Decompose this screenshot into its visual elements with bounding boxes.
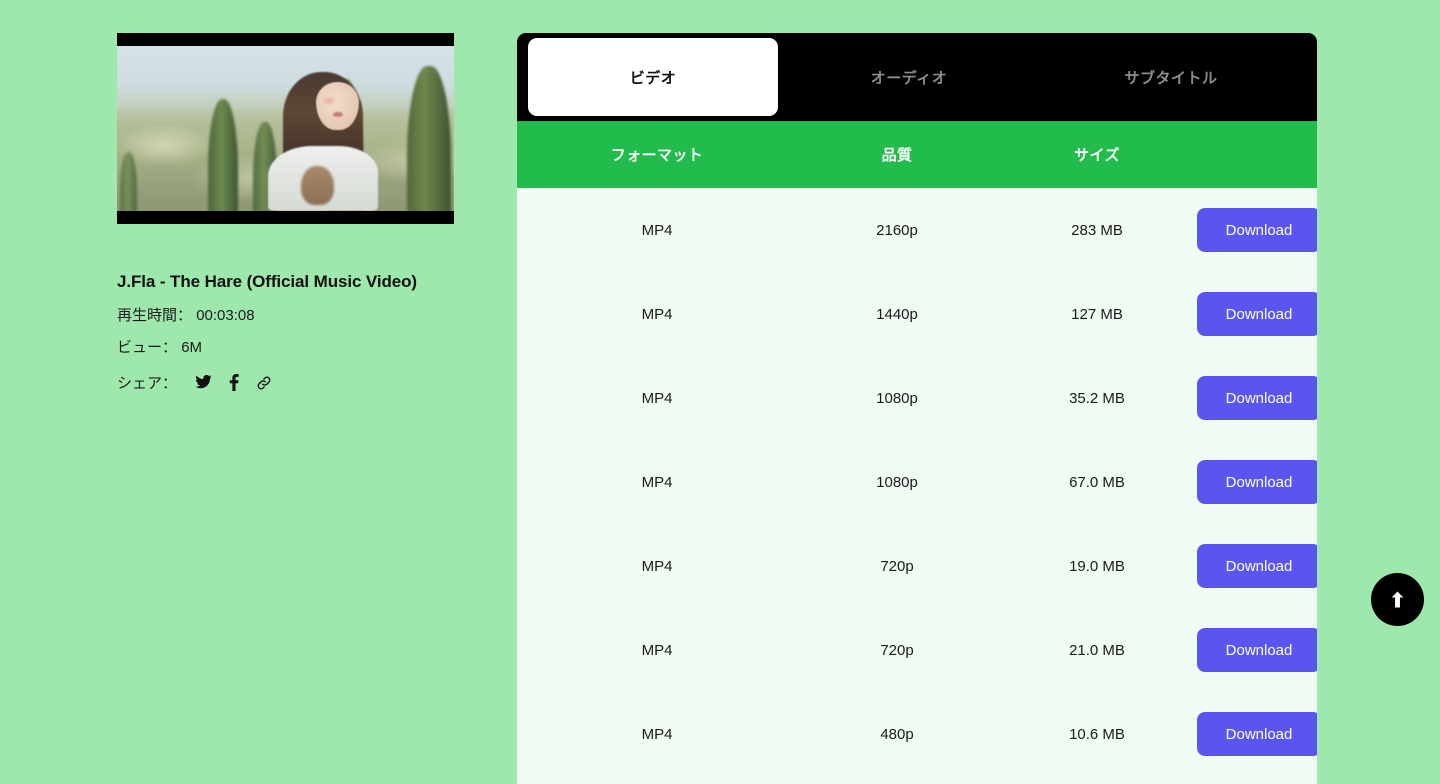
- cypress-tree: [120, 151, 138, 211]
- download-button[interactable]: Download: [1197, 544, 1317, 588]
- cell-quality: 720p: [880, 641, 914, 659]
- subject-face: [316, 81, 359, 131]
- views-value: 6M: [181, 338, 203, 356]
- cell-action: Download: [1197, 712, 1317, 756]
- cell-quality: 2160p: [876, 221, 918, 239]
- download-button[interactable]: Download: [1197, 712, 1317, 756]
- tab-subtitle[interactable]: サブタイトル: [1040, 38, 1302, 116]
- tab-audio[interactable]: オーディオ: [778, 38, 1040, 116]
- cell-quality: 480p: [880, 725, 914, 743]
- link-icon[interactable]: [256, 375, 272, 391]
- scroll-to-top-button[interactable]: [1371, 573, 1424, 626]
- table-row: MP4 1440p 127 MB Download: [517, 272, 1317, 356]
- video-info-column: J.Fla - The Hare (Official Music Video) …: [117, 33, 454, 393]
- cell-quality: 720p: [880, 557, 914, 575]
- download-button[interactable]: Download: [1197, 208, 1317, 252]
- table-row: MP4 1080p 67.0 MB Download: [517, 440, 1317, 524]
- cell-format: MP4: [641, 221, 673, 239]
- cell-size: 127 MB: [1071, 305, 1123, 323]
- video-title: J.Fla - The Hare (Official Music Video): [117, 272, 417, 291]
- table-row: MP4 2160p 283 MB Download: [517, 188, 1317, 272]
- video-views: ビュー： 6M: [117, 337, 454, 360]
- video-thumbnail[interactable]: [117, 33, 454, 224]
- cell-size: 19.0 MB: [1069, 557, 1125, 575]
- cell-quality: 1440p: [876, 305, 918, 323]
- table-header-row: フォーマット 品質 サイズ: [517, 121, 1317, 188]
- arrow-up-icon: [1390, 591, 1405, 608]
- download-table-body: MP4 2160p 283 MB Download MP4 1440p 127 …: [517, 188, 1317, 784]
- cell-quality: 1080p: [876, 389, 918, 407]
- cell-action: Download: [1197, 544, 1317, 588]
- cell-size: 35.2 MB: [1069, 389, 1125, 407]
- subject-fur-detail: [301, 165, 335, 206]
- cell-size: 21.0 MB: [1069, 641, 1125, 659]
- share-icon-list: [195, 374, 272, 392]
- table-row: MP4 720p 19.0 MB Download: [517, 524, 1317, 608]
- cell-quality: 1080p: [876, 473, 918, 491]
- views-label: ビュー：: [117, 338, 178, 356]
- cell-size: 283 MB: [1071, 221, 1123, 239]
- cypress-tree: [406, 65, 451, 211]
- column-header-size: サイズ: [1074, 147, 1120, 164]
- cell-action: Download: [1197, 292, 1317, 336]
- download-button[interactable]: Download: [1197, 460, 1317, 504]
- table-row: MP4 720p 21.0 MB Download: [517, 608, 1317, 692]
- cell-format: MP4: [641, 725, 673, 743]
- cell-size: 67.0 MB: [1069, 473, 1125, 491]
- cell-format: MP4: [641, 305, 673, 323]
- table-row: MP4 1080p 35.2 MB Download: [517, 356, 1317, 440]
- cell-action: Download: [1197, 460, 1317, 504]
- cell-format: MP4: [641, 641, 673, 659]
- cell-size: 10.6 MB: [1069, 725, 1125, 743]
- cell-action: Download: [1197, 628, 1317, 672]
- share-row: シェア：: [117, 372, 454, 393]
- cell-action: Download: [1197, 376, 1317, 420]
- table-row: MP4 480p 10.6 MB Download: [517, 692, 1317, 776]
- facebook-icon[interactable]: [229, 374, 239, 392]
- tab-video[interactable]: ビデオ: [528, 38, 778, 116]
- share-label: シェア：: [117, 375, 178, 393]
- duration-value: 00:03:08: [196, 307, 255, 325]
- download-button[interactable]: Download: [1197, 292, 1317, 336]
- download-button[interactable]: Download: [1197, 628, 1317, 672]
- cell-format: MP4: [641, 473, 673, 491]
- download-panel: ビデオ オーディオ サブタイトル フォーマット 品質 サイズ MP4 2160p…: [517, 33, 1317, 784]
- download-button[interactable]: Download: [1197, 376, 1317, 420]
- thumbnail-subject: [265, 69, 393, 211]
- cell-action: Download: [1197, 208, 1317, 252]
- duration-label: 再生時間：: [117, 307, 193, 325]
- cell-format: MP4: [641, 389, 673, 407]
- video-duration: 再生時間： 00:03:08: [117, 305, 454, 328]
- cypress-tree: [207, 98, 239, 211]
- column-header-quality: 品質: [881, 147, 913, 164]
- column-header-format: フォーマット: [610, 147, 704, 164]
- cell-format: MP4: [641, 557, 673, 575]
- subject-lips: [333, 111, 344, 117]
- twitter-icon[interactable]: [195, 375, 212, 390]
- subject-blush: [321, 96, 336, 105]
- format-tabs: ビデオ オーディオ サブタイトル: [517, 33, 1317, 121]
- page-root: J.Fla - The Hare (Official Music Video) …: [0, 0, 1440, 784]
- thumbnail-artwork: [117, 46, 454, 211]
